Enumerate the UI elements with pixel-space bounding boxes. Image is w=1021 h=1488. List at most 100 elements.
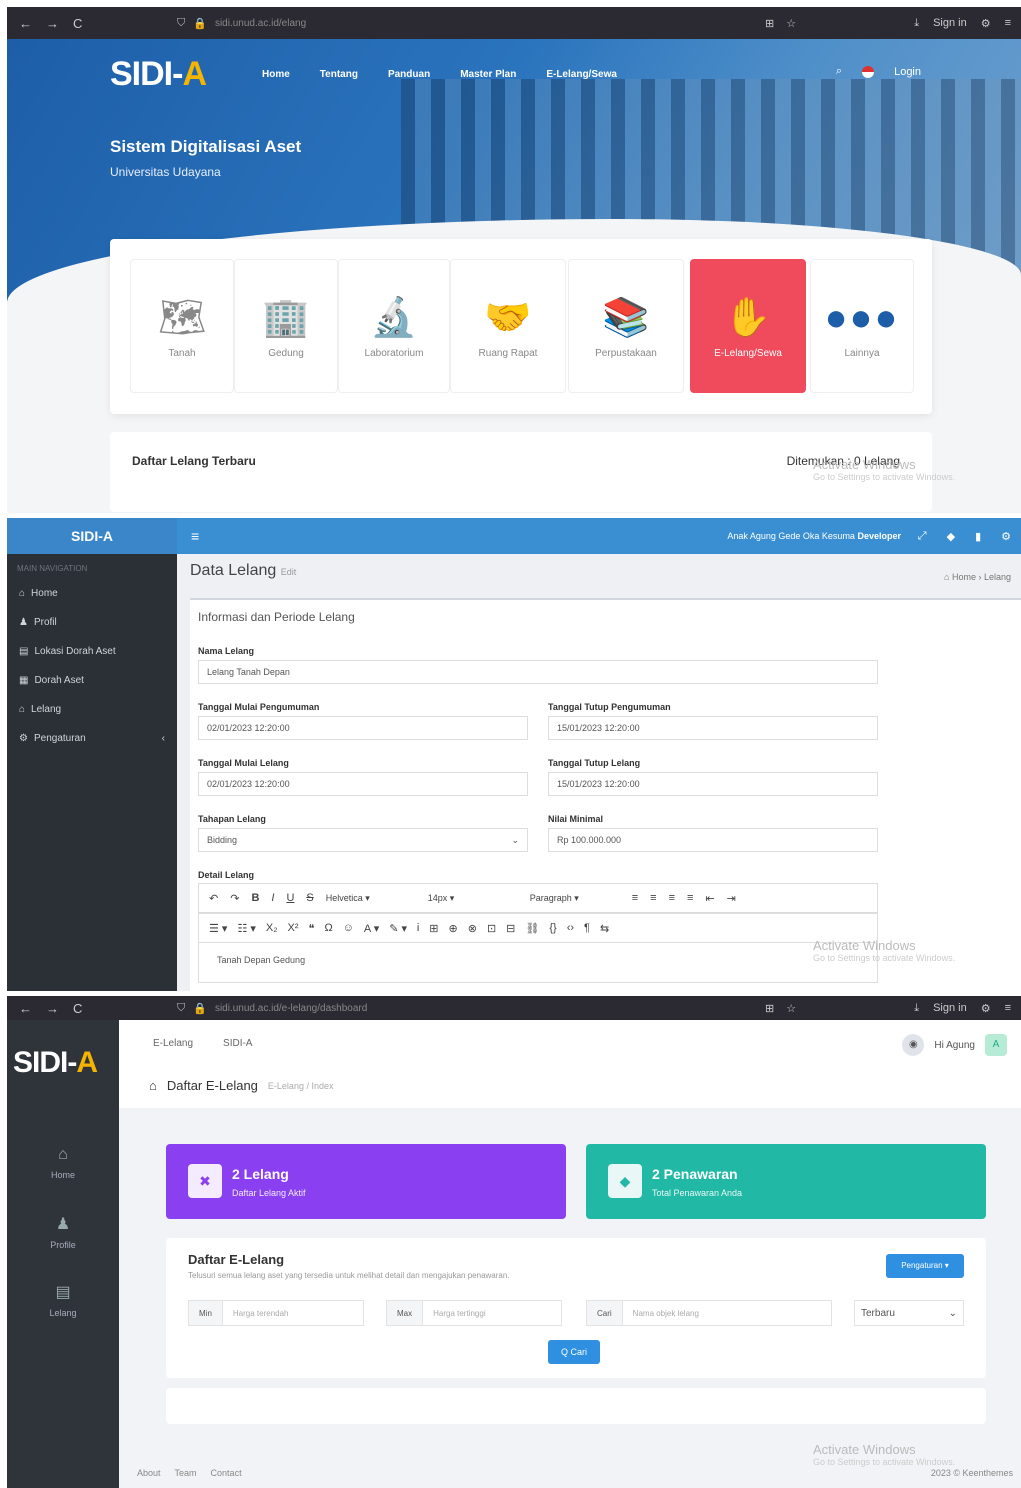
bookmark-icon[interactable]: ☆: [786, 1002, 796, 1015]
input-tutup-lelang[interactable]: 15/01/2023 12:20:00: [548, 772, 878, 796]
align-right-icon[interactable]: ≡: [669, 892, 675, 904]
site-logo[interactable]: SIDI-A: [13, 1046, 98, 1080]
sidebar-item-home[interactable]: ⌂ Home: [7, 1146, 119, 1180]
reload-icon[interactable]: C: [73, 16, 82, 31]
login-link[interactable]: Login: [894, 66, 921, 78]
menu-icon[interactable]: ≡: [1005, 1002, 1011, 1014]
direction-icon[interactable]: ⇆: [600, 922, 609, 935]
paragraph-icon[interactable]: ¶: [584, 922, 590, 934]
category-perpustakaan[interactable]: 📚 Perpustakaan: [568, 259, 684, 393]
omega-icon[interactable]: Ω: [324, 922, 332, 934]
font-select[interactable]: Helvetica ▾: [326, 893, 416, 904]
forward-icon[interactable]: →: [46, 1001, 59, 1016]
superscript-icon[interactable]: X²: [288, 922, 299, 934]
expand-icon[interactable]: ⤢: [918, 530, 927, 543]
search-field[interactable]: Cari Nama objek lelang: [586, 1300, 832, 1326]
highlight-icon[interactable]: ✎ ▾: [389, 922, 407, 935]
input-nilai-minimal[interactable]: Rp 100.000.000: [548, 828, 878, 852]
download-icon[interactable]: ⤓: [914, 1002, 919, 1015]
quote-icon[interactable]: ❝: [309, 922, 315, 935]
editor-content[interactable]: Tanah Depan Gedung: [198, 943, 878, 983]
undo-icon[interactable]: ↶: [209, 892, 218, 905]
notification-icon[interactable]: ◉: [902, 1034, 925, 1056]
max-price-field[interactable]: Max Harga tertinggi: [386, 1300, 562, 1326]
reader-icon[interactable]: ⊞: [765, 1002, 774, 1015]
media-icon[interactable]: ⊕: [449, 922, 458, 935]
back-icon[interactable]: ←: [19, 16, 32, 31]
category-elelang[interactable]: ✋ E-Lelang/Sewa: [690, 259, 806, 393]
indent-icon[interactable]: ⇥: [727, 892, 736, 905]
category-tanah[interactable]: 🗺 Tanah: [130, 259, 234, 393]
address-bar[interactable]: ⛉ 🔒 sidi.unud.ac.id/e-lelang/dashboard: [177, 1002, 367, 1015]
input-nama-lelang[interactable]: Lelang Tanah Depan: [198, 660, 878, 684]
sidebar-item-home[interactable]: ⌂ Home: [7, 579, 177, 608]
trash-icon[interactable]: ▮: [975, 530, 981, 543]
extensions-icon[interactable]: ⚙: [981, 1002, 991, 1015]
menu-icon[interactable]: ≡: [1005, 17, 1011, 29]
link-icon[interactable]: ⛓: [525, 922, 539, 935]
template-icon[interactable]: ⊟: [506, 922, 515, 935]
category-laboratorium[interactable]: 🔬 Laboratorium: [338, 259, 450, 393]
settings-dropdown-button[interactable]: Pengaturan ▾: [886, 1254, 964, 1278]
size-select[interactable]: 14px ▾: [428, 893, 518, 904]
nav-panduan[interactable]: Panduan: [388, 69, 430, 80]
min-price-field[interactable]: Min Harga terendah: [188, 1300, 364, 1326]
number-list-icon[interactable]: ☷ ▾: [237, 922, 255, 935]
home-icon[interactable]: ⌂: [149, 1078, 157, 1093]
sidebar-item-pengaturan[interactable]: ⚙ Pengaturan ‹: [7, 724, 177, 753]
bold-button[interactable]: B: [251, 892, 259, 904]
align-justify-icon[interactable]: ≡: [687, 892, 693, 904]
flag-icon[interactable]: [862, 65, 875, 78]
input-mulai-lelang[interactable]: 02/01/2023 12:20:00: [198, 772, 528, 796]
nav-tentang[interactable]: Tentang: [320, 69, 358, 80]
strike-button[interactable]: S: [306, 892, 313, 904]
text-color-icon[interactable]: A ▾: [364, 922, 379, 935]
bell-icon[interactable]: ◆: [947, 530, 955, 543]
back-icon[interactable]: ←: [19, 1001, 32, 1016]
link-elelang[interactable]: E-Lelang: [153, 1038, 193, 1049]
italic-button[interactable]: I: [271, 892, 274, 904]
category-ruang-rapat[interactable]: 🤝 Ruang Rapat: [450, 259, 566, 393]
emoji-icon[interactable]: ☺: [343, 922, 354, 934]
category-lainnya[interactable]: ●●● Lainnya: [810, 259, 914, 393]
sidebar-item-lokasi[interactable]: ▤ Lokasi Dorah Aset: [7, 637, 177, 666]
sign-in-button[interactable]: Sign in: [933, 1002, 967, 1014]
outdent-icon[interactable]: ⇤: [705, 892, 714, 905]
forward-icon[interactable]: →: [46, 16, 59, 31]
reader-icon[interactable]: ⊞: [765, 17, 774, 30]
site-logo[interactable]: SIDI-A: [110, 55, 207, 94]
sidebar-item-aset[interactable]: ▦ Dorah Aset: [7, 666, 177, 695]
input-mulai-pengumuman[interactable]: 02/01/2023 12:20:00: [198, 716, 528, 740]
sign-in-button[interactable]: Sign in: [933, 17, 967, 29]
sidebar-item-lelang[interactable]: ▤ Lelang: [7, 1282, 119, 1318]
category-gedung[interactable]: 🏢 Gedung: [234, 259, 338, 393]
table-icon[interactable]: ⊞: [429, 922, 438, 935]
sort-select[interactable]: Terbaru ⌄: [854, 1300, 964, 1326]
nav-home[interactable]: Home: [262, 69, 290, 80]
clear-format-icon[interactable]: Ꭵ: [417, 922, 419, 935]
nav-elelang[interactable]: E-Lelang/Sewa: [546, 69, 617, 80]
avatar[interactable]: A: [985, 1034, 1007, 1056]
footer-about[interactable]: About: [137, 1468, 161, 1478]
underline-button[interactable]: U: [286, 892, 294, 904]
sidebar-item-profile[interactable]: ♟ Profile: [7, 1214, 119, 1250]
search-button[interactable]: Q Cari: [548, 1340, 600, 1364]
footer-contact[interactable]: Contact: [211, 1468, 242, 1478]
reload-icon[interactable]: C: [73, 1001, 82, 1016]
stat-card-lelang[interactable]: ✖ 2 Lelang Daftar Lelang Aktif: [166, 1144, 566, 1219]
user-menu[interactable]: ◉ Hi Agung A: [902, 1034, 1007, 1056]
hamburger-icon[interactable]: ≡: [191, 528, 199, 544]
subscript-icon[interactable]: X₂: [266, 922, 278, 934]
address-bar[interactable]: ⛉ 🔒 sidi.unud.ac.id/elang: [177, 17, 306, 30]
embed-icon[interactable]: ⊗: [468, 922, 477, 935]
breadcrumb[interactable]: ⌂ Home › Lelang: [944, 572, 1011, 582]
link-sidia[interactable]: SIDI-A: [223, 1038, 252, 1049]
admin-brand[interactable]: SIDI-A: [7, 518, 177, 554]
sidebar-item-profil[interactable]: ♟ Profil: [7, 608, 177, 637]
nav-master-plan[interactable]: Master Plan: [460, 69, 516, 80]
bookmark-icon[interactable]: ☆: [786, 17, 796, 30]
user-info[interactable]: Anak Agung Gede Oka Kesuma Developer: [727, 531, 901, 541]
footer-team[interactable]: Team: [175, 1468, 197, 1478]
format-select[interactable]: Paragraph ▾: [530, 893, 620, 904]
stat-card-penawaran[interactable]: ◆ 2 Penawaran Total Penawaran Anda: [586, 1144, 986, 1219]
